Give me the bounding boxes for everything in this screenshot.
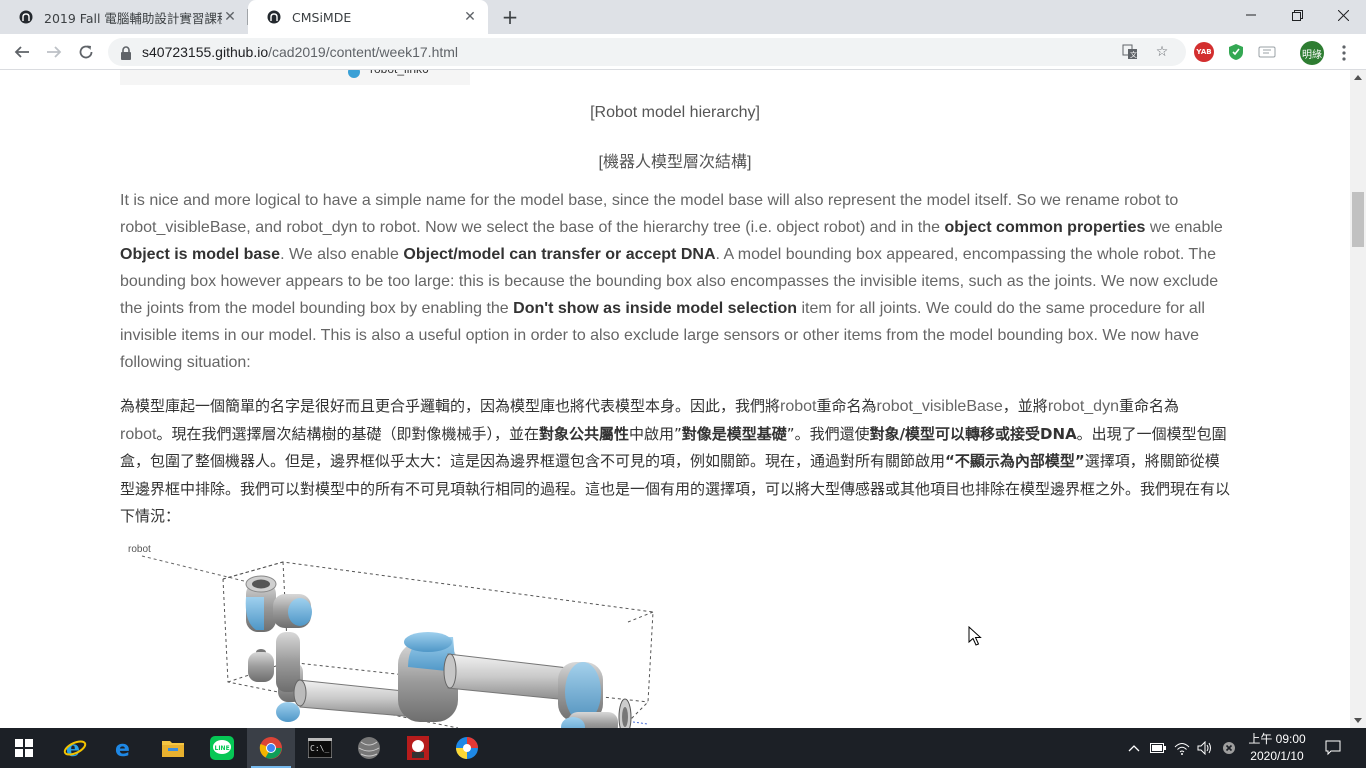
bold-term: “不顯示為內部模型” xyxy=(945,452,1085,470)
paragraph-chinese: 為模型庫起一個簡單的名字是很好而且更合乎邏輯的，因為模型庫也將代表模型本身。因此… xyxy=(120,397,1231,525)
windows-logo-icon xyxy=(15,739,33,757)
wifi-icon[interactable] xyxy=(1174,740,1190,756)
scroll-down-arrow-icon[interactable] xyxy=(1354,718,1362,723)
windows-taskbar: e e LINE C:\_ 上午 09:00 2020/1/10 xyxy=(0,728,1366,768)
minimize-button[interactable] xyxy=(1228,0,1274,30)
shield-extension-icon[interactable] xyxy=(1226,42,1246,62)
page-scrollbar[interactable] xyxy=(1350,70,1366,728)
page-viewport: robot_link6 [Robot model hierarchy] [機器人… xyxy=(0,70,1350,728)
close-icon[interactable]: ✕ xyxy=(462,9,478,25)
tree-node-label: robot_link6 xyxy=(370,70,429,76)
yab-extension-icon[interactable]: YAB xyxy=(1194,42,1214,62)
github-favicon-icon xyxy=(266,9,282,25)
tab-title: 2019 Fall 電腦輔助設計實習課程 xyxy=(44,10,222,26)
action-center-icon[interactable] xyxy=(1325,740,1341,756)
clock-time: 上午 09:00 xyxy=(1248,732,1306,746)
bold-term: 對象/模型可以轉移或接受DNA xyxy=(869,424,1077,443)
volume-icon[interactable] xyxy=(1197,740,1213,756)
chrome-icon[interactable] xyxy=(247,728,295,768)
tab-strip: 2019 Fall 電腦輔助設計實習課程 ✕ CMSiMDE ✕ + xyxy=(0,0,1366,34)
svg-text:文: 文 xyxy=(1130,50,1137,59)
lock-icon[interactable] xyxy=(120,45,132,60)
tree-node-icon xyxy=(348,70,360,78)
github-favicon-icon xyxy=(18,9,34,25)
bold-term: Object/model can transfer or accept DNA xyxy=(403,246,716,263)
start-button[interactable] xyxy=(0,728,48,768)
back-button[interactable] xyxy=(8,38,36,66)
tab-cmsimde[interactable]: CMSiMDE ✕ xyxy=(248,0,488,34)
svg-text:e: e xyxy=(66,736,80,760)
scroll-up-arrow-icon[interactable] xyxy=(1354,75,1362,80)
image-caption-zh: [機器人模型層次結構] xyxy=(598,154,752,171)
bold-term: 對象公共屬性 xyxy=(538,424,629,443)
robot-arm-illustration xyxy=(141,555,654,728)
svg-text:e: e xyxy=(115,737,130,760)
bookmark-star-icon[interactable]: ☆ xyxy=(1154,44,1170,60)
bold-term: object common properties xyxy=(944,219,1146,236)
bold-term: Don't show as inside model selection xyxy=(513,300,798,317)
clock-date: 2020/1/10 xyxy=(1250,749,1304,763)
edge-icon[interactable]: e xyxy=(100,728,148,768)
forward-button[interactable] xyxy=(40,38,68,66)
tab-course[interactable]: 2019 Fall 電腦輔助設計實習課程 ✕ xyxy=(0,0,248,34)
chevron-up-icon[interactable] xyxy=(1126,740,1142,756)
figure-robot-label: robot xyxy=(128,544,151,555)
profile-avatar[interactable]: 明綠 xyxy=(1300,41,1324,65)
close-window-button[interactable] xyxy=(1320,0,1366,30)
system-clock[interactable]: 上午 09:00 2020/1/10 xyxy=(1244,731,1310,765)
translate-icon[interactable]: 文 xyxy=(1122,44,1138,60)
restore-button[interactable] xyxy=(1274,0,1320,30)
browser-toolbar: s40723155.github.io/cad2019/content/week… xyxy=(0,34,1366,70)
round-app-icon[interactable] xyxy=(443,728,491,768)
image-caption-en: [Robot model hierarchy] xyxy=(590,104,760,121)
bold-term: 對像是模型基礎 xyxy=(681,424,787,443)
bold-term: Object is model base xyxy=(120,246,281,263)
notification-off-icon[interactable] xyxy=(1221,740,1237,756)
svg-text:C:\_: C:\_ xyxy=(310,744,329,753)
previous-image-fragment: robot_link6 xyxy=(120,70,470,85)
ie-icon[interactable]: e xyxy=(51,728,99,768)
chrome-menu-button[interactable] xyxy=(1336,41,1352,65)
scroll-thumb[interactable] xyxy=(1352,192,1364,247)
svg-text:LINE: LINE xyxy=(215,745,230,752)
tab-title: CMSiMDE xyxy=(292,9,352,25)
close-icon[interactable]: ✕ xyxy=(222,9,238,25)
new-tab-button[interactable]: + xyxy=(498,5,522,29)
reload-button[interactable] xyxy=(72,38,100,66)
battery-icon[interactable] xyxy=(1150,740,1166,756)
ticket-extension-icon[interactable] xyxy=(1257,42,1277,62)
robot-bounding-box-image: robot xyxy=(128,542,668,728)
url-text: s40723155.github.io/cad2019/content/week… xyxy=(142,44,459,60)
mouse-cursor-icon xyxy=(968,626,982,646)
paragraph-english: It is nice and more logical to have a si… xyxy=(120,192,1223,371)
zuma-app-icon[interactable] xyxy=(394,728,442,768)
sphere-app-icon[interactable] xyxy=(345,728,393,768)
address-bar[interactable]: s40723155.github.io/cad2019/content/week… xyxy=(108,38,1186,66)
file-explorer-icon[interactable] xyxy=(149,728,197,768)
line-icon[interactable]: LINE xyxy=(198,728,246,768)
terminal-icon[interactable]: C:\_ xyxy=(296,728,344,768)
